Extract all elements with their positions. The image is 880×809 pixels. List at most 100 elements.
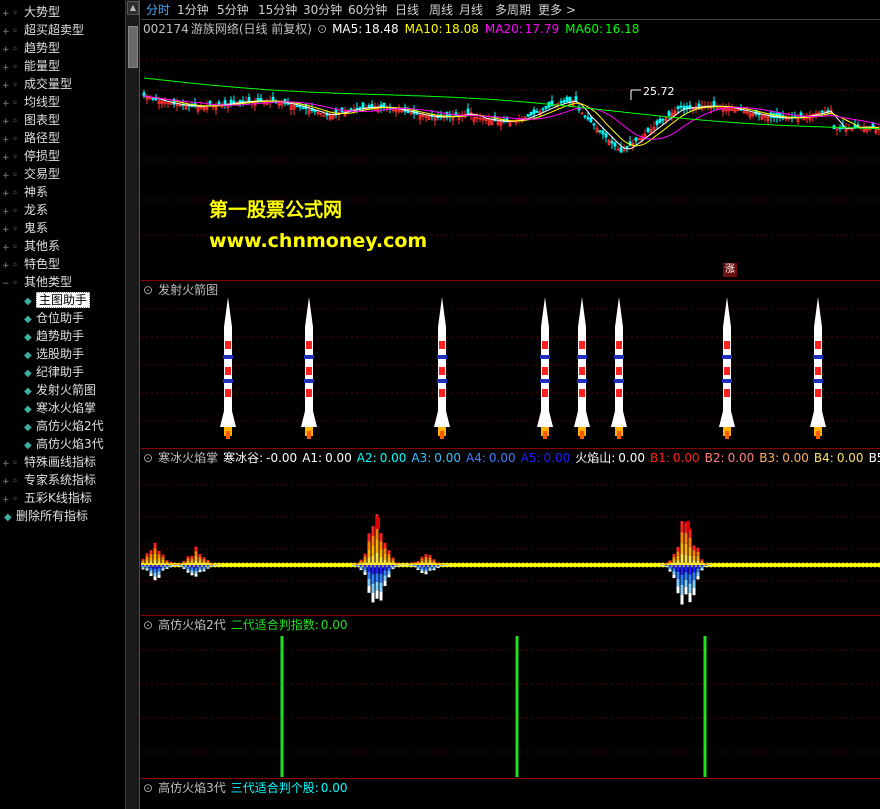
panel-menu-icon[interactable]: ⊙	[317, 22, 327, 36]
gf3-panel[interactable]: ⊙ 高仿火焰3代 三代适合判个股: 0.00	[141, 778, 880, 809]
gf2-chart[interactable]	[141, 616, 880, 779]
tab-5[interactable]: 60分钟	[348, 0, 387, 20]
fire-bar	[412, 562, 416, 564]
tab-7[interactable]: 周线	[429, 0, 453, 20]
ice-bar	[387, 571, 391, 575]
rocket-chart[interactable]	[141, 281, 880, 449]
fire-bar	[432, 563, 436, 565]
delete-all-label: 删除所有指标	[16, 509, 89, 523]
panel-menu-icon[interactable]: ⊙	[143, 451, 153, 465]
price-panel[interactable]: 25.72 002174 游族网络(日线 前复权) ⊙ MA5: 18.48 MA10: 1…	[141, 20, 880, 280]
ice-fire-chart[interactable]	[141, 449, 880, 616]
candle-body	[679, 105, 683, 108]
ice-bar	[375, 590, 379, 599]
ice-bar	[186, 566, 190, 569]
rocket-icon	[301, 297, 317, 439]
fire-bar	[680, 554, 684, 565]
fire-bar	[684, 554, 688, 565]
ice-bar	[202, 566, 206, 569]
fire-bar	[375, 539, 379, 553]
tree-leaf-2[interactable]: ◆ 趋势助手	[24, 327, 84, 345]
tree-group-12[interactable]: + ◦ 鬼系	[2, 219, 48, 237]
gf2-panel[interactable]: ⊙ 高仿火焰2代 二代适合判指数: 0.00	[141, 615, 880, 778]
ice-fire-panel[interactable]: ⊙ 寒冰火焰掌 寒冰谷: -0.00 A1: 0.00 A2: 0.00 A3: 0.00 A4: 0…	[141, 448, 880, 615]
tree-group-3[interactable]: + ◦ 能量型	[2, 57, 60, 75]
tab-1[interactable]: 1分钟	[177, 0, 209, 20]
tree-group-10[interactable]: + ◦ 神系	[2, 183, 48, 201]
fire-bar	[391, 559, 395, 562]
tree-tail-group-0[interactable]: + ◦ 特殊画线指标	[2, 453, 96, 471]
fire-bar	[367, 541, 371, 550]
tabs-more-chevron-icon[interactable]: >	[566, 0, 576, 20]
panel-menu-icon[interactable]: ⊙	[143, 283, 153, 297]
tree-group-15[interactable]: − ◦ 其他类型	[2, 273, 72, 291]
fire-bar	[165, 563, 169, 565]
tree-scrollbar[interactable]: ▲	[126, 0, 140, 809]
tree-group-11[interactable]: + ◦ 龙系	[2, 201, 48, 219]
panel-menu-icon[interactable]: ⊙	[143, 618, 153, 632]
fire-bar	[692, 560, 696, 565]
tab-0[interactable]: 分时	[146, 0, 170, 20]
fire-bar	[202, 563, 206, 565]
ice-bar	[371, 593, 375, 603]
tree-group-8[interactable]: + ◦ 停损型	[2, 147, 60, 165]
fire-bar	[363, 562, 367, 565]
tree-leaf-1[interactable]: ◆ 仓位助手	[24, 309, 84, 327]
tree-group-7[interactable]: + ◦ 路径型	[2, 129, 60, 147]
tree-group-5[interactable]: + ◦ 均线型	[2, 93, 60, 111]
zhang-badge[interactable]: 涨	[723, 263, 737, 277]
tab-10[interactable]: 更多	[538, 0, 562, 20]
gf2-signal-bar	[515, 636, 519, 777]
panel-menu-icon[interactable]: ⊙	[143, 781, 153, 795]
tree-group-0[interactable]: + ◦ 大势型	[2, 3, 60, 21]
tree-group-13[interactable]: + ◦ 其他系	[2, 237, 60, 255]
tree-group-1[interactable]: + ◦ 超买超卖型	[2, 21, 84, 39]
candle-body	[367, 105, 371, 108]
ice-bar	[169, 566, 173, 567]
ice-legend-value: 0.00	[727, 451, 755, 465]
tree-group-2[interactable]: + ◦ 趋势型	[2, 39, 60, 57]
tree-group-label: 龙系	[24, 203, 49, 217]
tree-group-4[interactable]: + ◦ 成交量型	[2, 75, 72, 93]
tree-leaf-6[interactable]: ◆ 寒冰火焰掌	[24, 399, 96, 417]
tree-leaf-5[interactable]: ◆ 发射火箭图	[24, 381, 96, 399]
fire-bar	[387, 550, 391, 554]
tree-leaf-3[interactable]: ◆ 选股助手	[24, 345, 84, 363]
tree-leaf-8[interactable]: ◆ 高仿火焰3代	[24, 435, 104, 453]
fire-bar	[363, 553, 367, 557]
tree-tail-group-2[interactable]: + ◦ 五彩K线指标	[2, 489, 92, 507]
ice-bar	[428, 567, 432, 570]
ice-bar	[387, 574, 391, 578]
stock-code: 002174	[143, 22, 189, 36]
tree-group-9[interactable]: + ◦ 交易型	[2, 165, 60, 183]
tree-leaf-7[interactable]: ◆ 高仿火焰2代	[24, 417, 104, 435]
tree-leaf-0[interactable]: ◆ 主图助手	[24, 291, 91, 309]
scroll-up-arrow-icon[interactable]: ▲	[127, 1, 139, 15]
scrollbar-thumb[interactable]	[128, 26, 138, 68]
fire-bar	[672, 562, 676, 565]
ice-bar	[371, 565, 375, 575]
tree-group-14[interactable]: + ◦ 特色型	[2, 255, 60, 273]
ice-bar	[700, 565, 704, 567]
tree-group-6[interactable]: + ◦ 图表型	[2, 111, 60, 129]
tab-4[interactable]: 30分钟	[303, 0, 342, 20]
folder-icon: ◦	[12, 278, 18, 289]
rocket-panel[interactable]: ⊙ 发射火箭图	[141, 280, 880, 448]
fire-bar	[412, 563, 416, 565]
fire-bar	[182, 560, 186, 562]
tab-3[interactable]: 15分钟	[258, 0, 297, 20]
tab-8[interactable]: 月线	[459, 0, 483, 20]
delete-all-indicators[interactable]: ◆ 删除所有指标	[4, 507, 88, 525]
tab-6[interactable]: 日线	[395, 0, 419, 20]
collapse-icon[interactable]: −	[2, 275, 12, 293]
fire-bar	[363, 559, 367, 563]
fire-bar	[145, 559, 149, 563]
ice-panel-title: 寒冰火焰掌	[158, 451, 219, 465]
tab-9[interactable]: 多周期	[495, 0, 531, 20]
fire-bar	[680, 532, 684, 544]
tab-2[interactable]: 5分钟	[217, 0, 249, 20]
tree-leaf-4[interactable]: ◆ 纪律助手	[24, 363, 84, 381]
tree-tail-group-1[interactable]: + ◦ 专家系统指标	[2, 471, 96, 489]
ice-bar	[202, 565, 206, 567]
fire-bar	[688, 555, 692, 565]
